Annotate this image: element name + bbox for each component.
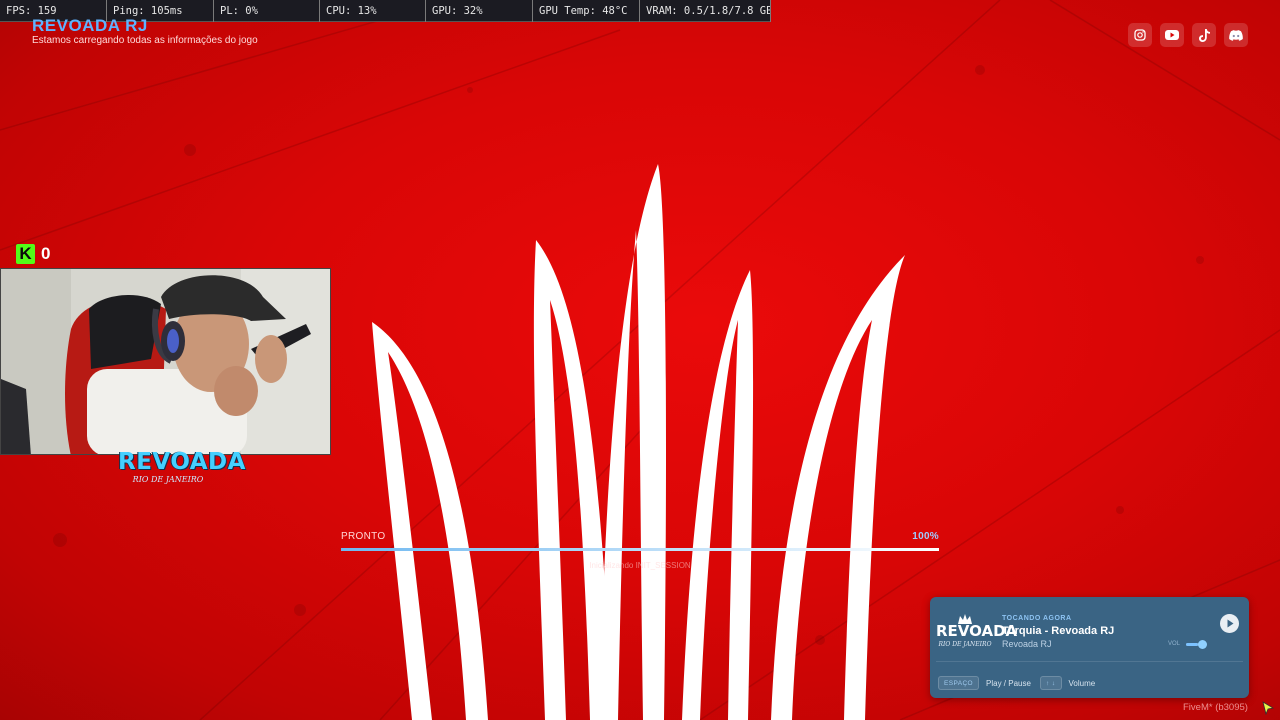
webcam-image <box>1 269 330 454</box>
loading-subtitle: Estamos carregando todas as informações … <box>32 35 258 46</box>
gpu-readout: GPU: 32% <box>426 0 533 22</box>
player-divider <box>936 661 1243 662</box>
youtube-icon[interactable] <box>1160 23 1184 47</box>
social-links <box>1128 23 1248 47</box>
volume-hint-label: Volume <box>1068 678 1096 688</box>
kick-count: 0 <box>41 244 51 263</box>
track-title: Turquia - Revoada RJ <box>1002 625 1115 637</box>
play-pause-hint-label: Play / Pause <box>986 678 1031 688</box>
streamer-logo-text: REVOADA <box>118 449 246 475</box>
loading-progress-bar <box>341 548 939 551</box>
volume-hint: ↑ ↓ Volume <box>1040 676 1095 690</box>
gpu-temp-readout: GPU Temp: 48°C <box>533 0 640 22</box>
player-logo-subtext: RIO DE JANEIRO <box>938 641 992 648</box>
build-info: FiveM* (b3095) <box>1183 702 1248 713</box>
kick-logo-icon: K <box>16 244 35 264</box>
cursor-icon <box>1262 701 1275 715</box>
server-title: REVOADA RJ <box>32 16 148 35</box>
music-player: REVOADA RIO DE JANEIRO TOCANDO AGORA Tur… <box>930 597 1249 698</box>
vram-readout: VRAM: 0.5/1.8/7.8 GB <box>640 0 771 22</box>
track-artist: Revoada RJ <box>1002 639 1052 649</box>
tiktok-icon[interactable] <box>1192 23 1216 47</box>
play-button[interactable] <box>1220 614 1239 633</box>
loading-progress-fill <box>341 548 939 551</box>
player-logo-text: REVOADA <box>936 622 1018 640</box>
now-playing-label: TOCANDO AGORA <box>1002 615 1072 622</box>
loading-percent: 100% <box>912 531 939 542</box>
discord-icon[interactable] <box>1224 23 1248 47</box>
streamer-logo-subtext: RIO DE JANEIRO <box>132 475 204 484</box>
volume-slider-knob[interactable] <box>1198 640 1207 649</box>
packet-loss-readout: PL: 0% <box>214 0 320 22</box>
cpu-readout: CPU: 13% <box>320 0 426 22</box>
volume-slider-fill <box>1186 643 1198 646</box>
loading-status-label: PRONTO <box>341 531 386 542</box>
space-key-chip: ESPAÇO <box>938 676 980 690</box>
kick-viewer-counter: K 0 <box>16 244 50 264</box>
webcam-feed <box>0 268 331 455</box>
play-icon <box>1227 619 1233 628</box>
arrow-keys-chip: ↑ ↓ <box>1040 676 1062 690</box>
streamer-logo: REVOADA RIO DE JANEIRO <box>118 445 246 493</box>
instagram-icon[interactable] <box>1128 23 1152 47</box>
volume-label: VOL <box>1168 641 1181 647</box>
loading-step-text: Inicializando INIT_SESSION <box>589 561 691 570</box>
player-logo: REVOADA RIO DE JANEIRO <box>936 613 1018 649</box>
play-pause-hint: ESPAÇO Play / Pause <box>938 676 1031 690</box>
